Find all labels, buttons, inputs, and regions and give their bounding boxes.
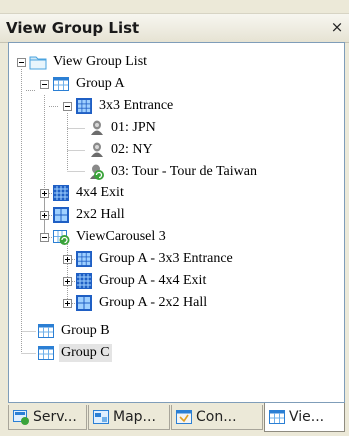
camera-icon: [87, 119, 105, 137]
tree-item-label: View Group List: [53, 54, 148, 69]
close-button[interactable]: ×: [329, 18, 345, 36]
tree-item-3x3-entrance[interactable]: 3x3 Entrance: [75, 95, 175, 117]
tree-item-tour-03[interactable]: 03: Tour - Tour de Taiwan: [87, 161, 259, 183]
root-collapse-toggle[interactable]: [17, 58, 26, 67]
carousel-entrance-expand-toggle[interactable]: [63, 255, 72, 264]
folder-icon: [29, 53, 47, 71]
tree-item-camera-01[interactable]: 01: JPN: [87, 117, 158, 139]
tree-item-4x4-exit[interactable]: 4x4 Exit: [52, 182, 126, 204]
tree-item-label: ViewCarousel 3: [76, 229, 166, 244]
view-group-icon: [37, 322, 55, 340]
view-group-tree[interactable]: View Group List Group A 3x3 Entrance 01:…: [8, 42, 345, 403]
map-icon: [92, 408, 110, 426]
tab-label: Con...: [196, 409, 237, 425]
tree-item-label: Group A - 4x4 Exit: [99, 273, 207, 288]
panel-titlebar: View Group List ×: [0, 13, 349, 43]
tree-item-label: Group B: [61, 323, 110, 338]
tree-item-carousel-2x2-hall[interactable]: Group A - 2x2 Hall: [75, 292, 209, 314]
grid-3x3-icon: [75, 97, 93, 115]
grid-4x4-icon: [52, 184, 70, 202]
tree-item-label: 03: Tour - Tour de Taiwan: [111, 164, 257, 179]
view-group-icon: [37, 344, 55, 362]
config-icon: [175, 408, 193, 426]
tab-config[interactable]: Con...: [171, 405, 263, 430]
tree-item-label: 2x2 Hall: [76, 207, 125, 222]
tree-item-label: 01: JPN: [111, 120, 156, 135]
carousel-collapse-toggle[interactable]: [40, 233, 49, 242]
tree-item-camera-02[interactable]: 02: NY: [87, 139, 155, 161]
carousel-icon: [52, 228, 70, 246]
tab-map[interactable]: Map...: [88, 405, 170, 430]
exit-expand-toggle[interactable]: [40, 189, 49, 198]
tree-item-label: Group A - 3x3 Entrance: [99, 251, 233, 266]
tree-item-2x2-hall[interactable]: 2x2 Hall: [52, 204, 127, 226]
tree-item-label: Group C: [59, 344, 112, 362]
tab-label: Serv...: [33, 409, 77, 425]
entrance-collapse-toggle[interactable]: [63, 102, 72, 111]
grid-4x4-icon: [75, 272, 93, 290]
tree-item-label: Group A - 2x2 Hall: [99, 295, 208, 310]
panel-tab-strip: Serv... Map... Con... Vie...: [0, 403, 349, 436]
grid-3x3-icon: [75, 250, 93, 268]
tree-item-group-a[interactable]: Group A: [52, 73, 127, 95]
tab-server[interactable]: Serv...: [8, 405, 87, 430]
tree-item-carousel-3x3-entrance[interactable]: Group A - 3x3 Entrance: [75, 248, 235, 270]
tree-item-view-carousel[interactable]: ViewCarousel 3: [52, 226, 168, 248]
carousel-exit-expand-toggle[interactable]: [63, 277, 72, 286]
tab-label: Vie...: [289, 409, 325, 425]
server-icon: [12, 408, 30, 426]
tree-item-root[interactable]: View Group List: [29, 51, 149, 73]
tab-view[interactable]: Vie...: [264, 403, 345, 432]
camera-icon: [87, 141, 105, 159]
tree-item-label: Group A: [76, 76, 125, 91]
tree-item-label: 3x3 Entrance: [99, 98, 174, 113]
tree-item-group-b[interactable]: Group B: [37, 320, 112, 342]
tour-icon: [87, 163, 105, 181]
view-icon: [268, 408, 286, 426]
carousel-hall-expand-toggle[interactable]: [63, 299, 72, 308]
view-group-list-panel: View Group List × View Group List Group …: [0, 0, 349, 436]
grid-2x2-icon: [75, 294, 93, 312]
tree-item-label: 4x4 Exit: [76, 185, 124, 200]
hall-expand-toggle[interactable]: [40, 211, 49, 220]
tab-label: Map...: [113, 409, 156, 425]
tree-item-label: 02: NY: [111, 142, 153, 157]
view-group-icon: [52, 75, 70, 93]
tree-item-carousel-4x4-exit[interactable]: Group A - 4x4 Exit: [75, 270, 208, 292]
panel-title: View Group List: [6, 19, 140, 37]
tree-item-group-c[interactable]: Group C: [37, 342, 112, 364]
grid-2x2-icon: [52, 206, 70, 224]
group-a-collapse-toggle[interactable]: [40, 80, 49, 89]
